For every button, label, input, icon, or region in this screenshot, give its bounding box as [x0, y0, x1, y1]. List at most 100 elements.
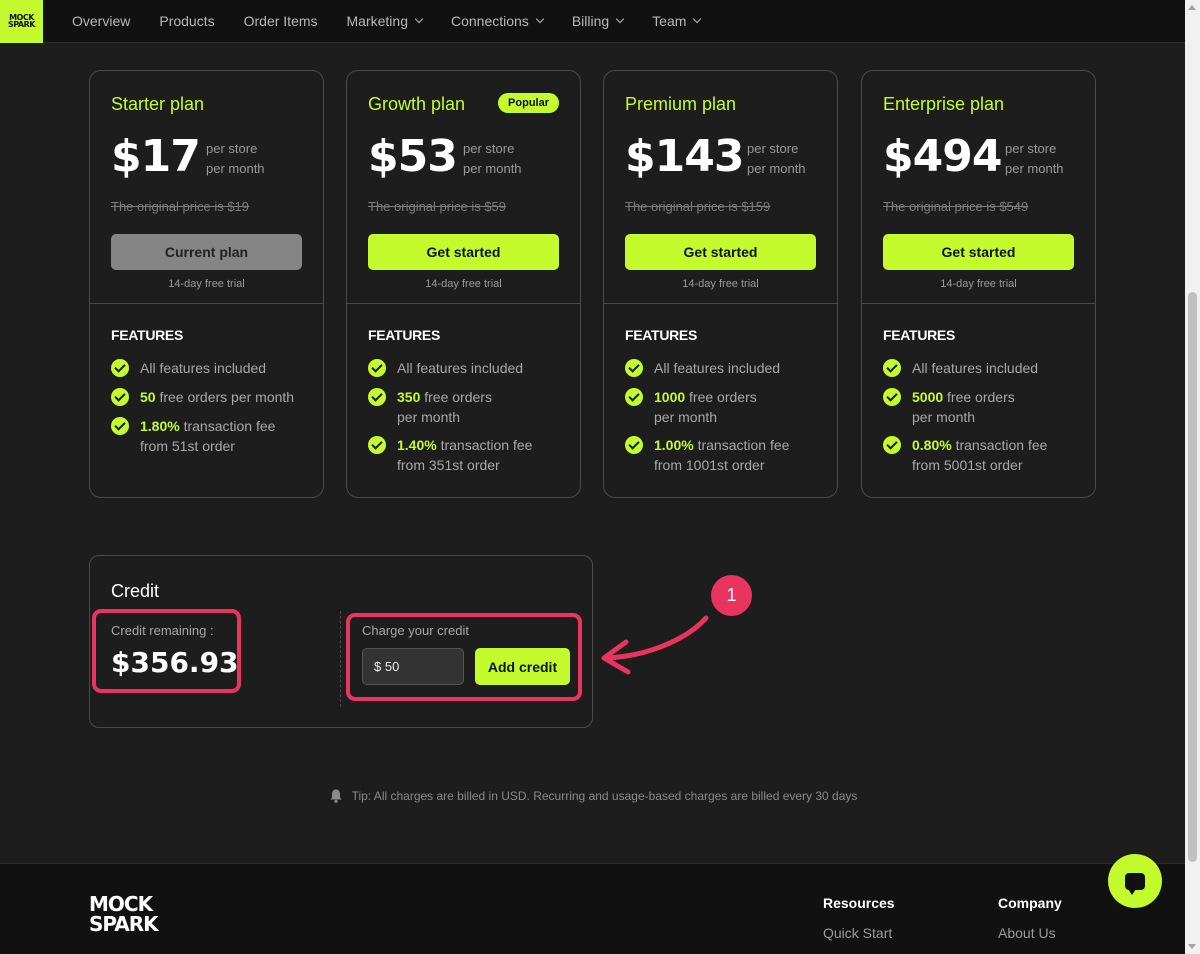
price-unit-line1: per store: [206, 141, 258, 156]
features-heading: FEATURES: [368, 327, 441, 343]
feature-text: free orders: [689, 389, 757, 405]
nav-item-order-items[interactable]: Order Items: [244, 13, 318, 29]
plan-name: Premium plan: [625, 94, 737, 114]
current-plan-button[interactable]: Current plan: [111, 234, 302, 270]
check-circle-icon: [883, 388, 901, 406]
trial-note: 14-day free trial: [682, 278, 759, 290]
credit-remaining-value: $356.93: [111, 646, 239, 679]
nav-item-team[interactable]: Team: [652, 13, 702, 29]
get-started-button[interactable]: Get started: [625, 234, 816, 270]
chat-button[interactable]: [1108, 854, 1162, 908]
chevron-down-icon: [615, 14, 625, 24]
popular-badge: Popular: [498, 93, 559, 113]
scroll-up-arrow-icon[interactable]: [1188, 5, 1196, 10]
brand-logo[interactable]: MOCK SPARK: [0, 0, 43, 43]
price-unit-line2: per month: [463, 161, 522, 176]
feature-text: transaction fee: [440, 437, 533, 453]
footer-link-quick-start[interactable]: Quick Start: [823, 925, 892, 941]
original-price: The original price is $59: [368, 199, 507, 214]
feature-text-line2: per month: [912, 409, 976, 425]
nav-item-connections[interactable]: Connections: [451, 13, 545, 29]
plan-card-growth: Growth plan Popular $53 per store per mo…: [346, 70, 581, 498]
price-unit-line1: per store: [747, 141, 799, 156]
nav-label: Products: [159, 13, 215, 29]
check-circle-icon: [111, 388, 129, 406]
original-price: The original price is $159: [625, 199, 771, 214]
credit-remaining-label: Credit remaining :: [111, 623, 214, 638]
dashed-divider: [340, 611, 341, 707]
feature-highlight: 1.80%: [140, 418, 180, 434]
plan-price: $494: [883, 131, 1002, 182]
chevron-down-icon: [414, 14, 424, 24]
feature-item: 0.80% transaction fee from 5001st order: [883, 435, 1047, 475]
billing-tip: Tip: All charges are billed in USD. Recu…: [0, 788, 1185, 804]
add-credit-button[interactable]: Add credit: [475, 648, 570, 685]
feature-item: 1.80% transaction fee from 51st order: [111, 416, 275, 456]
divider: [862, 303, 1095, 304]
plan-name: Growth plan: [368, 94, 466, 114]
footer-company-heading: Company: [998, 895, 1062, 911]
check-circle-icon: [111, 417, 129, 435]
top-nav: MOCK SPARK Overview Products Order Items…: [0, 0, 1185, 43]
trial-note: 14-day free trial: [168, 278, 245, 290]
price-unit-line1: per store: [463, 141, 515, 156]
get-started-button[interactable]: Get started: [368, 234, 559, 270]
feature-text: transaction fee: [697, 437, 790, 453]
scrollbar-thumb[interactable]: [1188, 292, 1197, 862]
nav-item-billing[interactable]: Billing: [572, 13, 625, 29]
feature-text: free orders: [424, 389, 492, 405]
plan-card-enterprise: Enterprise plan $494 per store per month…: [861, 70, 1096, 498]
features-heading: FEATURES: [111, 327, 184, 343]
feature-text-line2: from 1001st order: [654, 457, 765, 473]
feature-highlight: 1.00%: [654, 437, 694, 453]
check-circle-icon: [368, 436, 386, 454]
divider: [90, 303, 323, 304]
nav-menu: Overview Products Order Items Marketing …: [72, 13, 729, 29]
feature-text: All features included: [140, 360, 267, 376]
annotation-arrow-icon: [601, 615, 709, 675]
feature-item: 350 free orders per month: [368, 387, 492, 427]
feature-text: All features included: [397, 360, 524, 376]
feature-item: 50 free orders per month: [111, 387, 294, 407]
footer-logo-line1: MOCK: [89, 892, 153, 916]
nav-item-overview[interactable]: Overview: [72, 13, 130, 29]
plan-name: Starter plan: [111, 94, 205, 114]
chat-bubble-icon: [1125, 872, 1145, 895]
feature-text-line2: from 51st order: [140, 438, 235, 454]
nav-item-marketing[interactable]: Marketing: [346, 13, 424, 29]
charge-amount-input[interactable]: $ 50: [362, 648, 464, 685]
footer-link-about-us[interactable]: About Us: [998, 925, 1056, 941]
price-unit: per store per month: [206, 139, 265, 179]
nav-label: Marketing: [346, 13, 408, 29]
feature-item: 1000 free orders per month: [625, 387, 757, 427]
bell-icon: [330, 789, 342, 803]
feature-item: All features included: [111, 358, 266, 378]
original-price: The original price is $549: [883, 199, 1029, 214]
feature-item: All features included: [883, 358, 1038, 378]
get-started-button[interactable]: Get started: [883, 234, 1074, 270]
check-circle-icon: [368, 388, 386, 406]
scroll-down-arrow-icon[interactable]: [1188, 944, 1196, 949]
check-circle-icon: [625, 436, 643, 454]
features-heading: FEATURES: [625, 327, 698, 343]
price-unit-line2: per month: [206, 161, 265, 176]
divider: [347, 303, 580, 304]
plan-card-starter: Starter plan $17 per store per month The…: [89, 70, 324, 498]
trial-note: 14-day free trial: [425, 278, 502, 290]
footer-logo[interactable]: MOCK SPARK: [89, 892, 159, 934]
feature-text-line2: per month: [397, 409, 461, 425]
feature-text-line2: from 351st order: [397, 457, 500, 473]
check-circle-icon: [625, 359, 643, 377]
annotation-step-badge: 1: [711, 575, 752, 616]
plan-price: $143: [625, 131, 744, 182]
check-circle-icon: [883, 436, 901, 454]
feature-highlight: 1.40%: [397, 437, 437, 453]
tip-text: Tip: All charges are billed in USD. Recu…: [351, 789, 858, 803]
nav-item-products[interactable]: Products: [159, 13, 214, 29]
chevron-down-icon: [693, 14, 702, 24]
feature-text: transaction fee: [183, 418, 276, 434]
plan-card-premium: Premium plan $143 per store per month Th…: [603, 70, 838, 498]
check-circle-icon: [368, 359, 386, 377]
original-price: The original price is $19: [111, 199, 250, 214]
scrollbar[interactable]: [1185, 0, 1200, 954]
